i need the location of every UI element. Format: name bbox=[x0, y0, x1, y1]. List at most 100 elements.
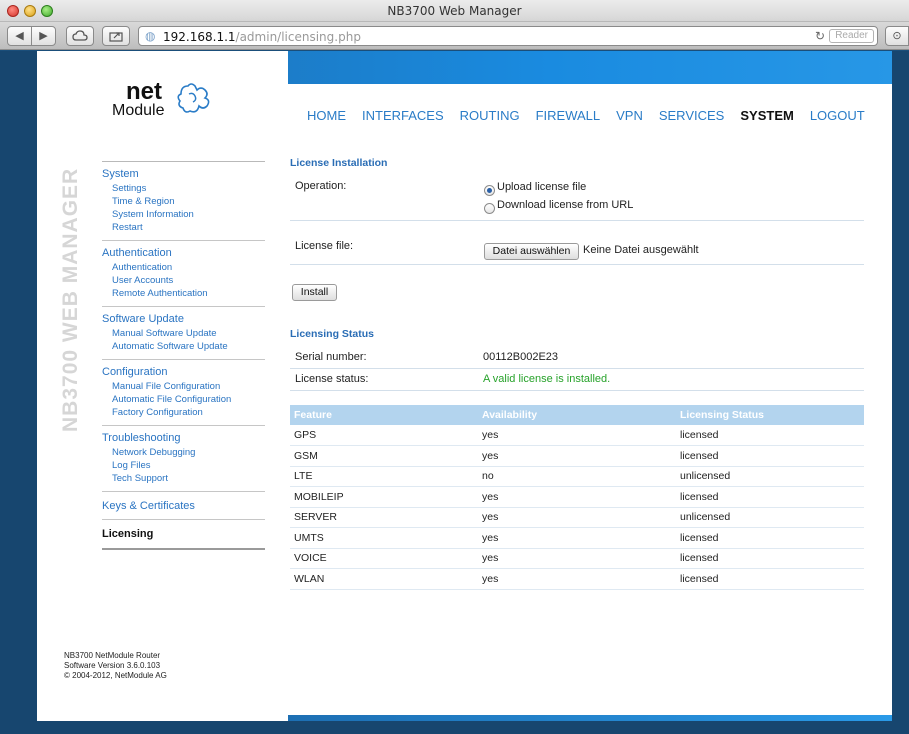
sidebar-item-factory-configuration[interactable]: Factory Configuration bbox=[102, 406, 265, 419]
sidebar-item-restart[interactable]: Restart bbox=[102, 221, 265, 234]
menu-vpn[interactable]: VPN bbox=[616, 108, 643, 123]
vertical-product-title: NB3700 WEB MANAGER bbox=[56, 164, 82, 434]
sidebar-item-keys-certificates[interactable]: Keys & Certificates bbox=[102, 492, 265, 520]
sidebar-item-authentication[interactable]: Authentication bbox=[102, 261, 265, 274]
sidebar-item-authentication-group[interactable]: Authentication bbox=[102, 247, 265, 259]
share-button[interactable] bbox=[102, 26, 130, 46]
main-menu: HOME INTERFACES ROUTING FIREWALL VPN SER… bbox=[307, 108, 865, 123]
sidebar-item-automatic-file-configuration[interactable]: Automatic File Configuration bbox=[102, 393, 265, 406]
sidebar-item-user-accounts[interactable]: User Accounts bbox=[102, 274, 265, 287]
sidebar-item-system-information[interactable]: System Information bbox=[102, 208, 265, 221]
sidebar-nav: System Settings Time & Region System Inf… bbox=[102, 161, 265, 550]
sidebar-item-troubleshooting[interactable]: Troubleshooting bbox=[102, 432, 265, 444]
menu-routing[interactable]: ROUTING bbox=[460, 108, 520, 123]
divider bbox=[290, 368, 864, 369]
menu-services[interactable]: SERVICES bbox=[659, 108, 725, 123]
table-row: VOICE yes licensed bbox=[290, 548, 864, 569]
download-license-radio[interactable] bbox=[484, 203, 495, 214]
column-header-availability: Availability bbox=[478, 405, 676, 425]
sidebar-item-time-region[interactable]: Time & Region bbox=[102, 195, 265, 208]
vertical-title-text: NB3700 WEB MANAGER bbox=[59, 168, 82, 432]
netmodule-logo[interactable]: net Module bbox=[90, 78, 220, 123]
feature-cell: MOBILEIP bbox=[290, 486, 478, 508]
downloads-button[interactable]: ⊙ bbox=[885, 26, 909, 46]
window-title: NB3700 Web Manager bbox=[387, 4, 522, 18]
file-status-text: Keine Datei ausgewählt bbox=[583, 244, 699, 256]
browser-toolbar: ◀ ▶ ◍ 192.168.1.1/admin/licensing.php ↻ … bbox=[0, 22, 909, 50]
table-row: MOBILEIP yes licensed bbox=[290, 486, 864, 508]
licensing-status-cell: licensed bbox=[676, 445, 864, 467]
column-header-feature: Feature bbox=[290, 405, 478, 425]
sidebar-item-software-update[interactable]: Software Update bbox=[102, 313, 265, 325]
sidebar-item-manual-file-configuration[interactable]: Manual File Configuration bbox=[102, 380, 265, 393]
availability-cell: yes bbox=[478, 548, 676, 569]
download-license-label[interactable]: Download license from URL bbox=[497, 199, 633, 211]
license-file-label: License file: bbox=[295, 240, 354, 252]
licensing-status-cell: unlicensed bbox=[676, 507, 864, 528]
availability-cell: yes bbox=[478, 486, 676, 508]
window-titlebar: NB3700 Web Manager bbox=[0, 0, 909, 22]
feature-cell: GPS bbox=[290, 425, 478, 446]
upload-license-label[interactable]: Upload license file bbox=[497, 181, 586, 193]
sidebar-item-network-debugging[interactable]: Network Debugging bbox=[102, 446, 265, 459]
availability-cell: no bbox=[478, 466, 676, 487]
table-row: GSM yes licensed bbox=[290, 445, 864, 467]
sidebar-item-remote-authentication[interactable]: Remote Authentication bbox=[102, 287, 265, 300]
download-icon: ⊙ bbox=[892, 30, 902, 42]
sidebar-item-tech-support[interactable]: Tech Support bbox=[102, 472, 265, 485]
address-bar[interactable]: ◍ 192.168.1.1/admin/licensing.php ↻ Read… bbox=[138, 26, 878, 46]
licensing-status-cell: licensed bbox=[676, 548, 864, 569]
serial-number-value: 00112B002E23 bbox=[483, 351, 559, 363]
upload-license-radio[interactable] bbox=[484, 185, 495, 196]
sidebar-item-settings[interactable]: Settings bbox=[102, 182, 265, 195]
operation-label: Operation: bbox=[295, 180, 347, 192]
sidebar-group-software-update: Software Update Manual Software Update A… bbox=[102, 307, 265, 360]
licensing-status-cell: licensed bbox=[676, 486, 864, 508]
back-button[interactable]: ◀ bbox=[7, 26, 32, 46]
sidebar-item-manual-software-update[interactable]: Manual Software Update bbox=[102, 327, 265, 340]
sidebar-group-system: System Settings Time & Region System Inf… bbox=[102, 162, 265, 241]
reload-icon[interactable]: ↻ bbox=[815, 29, 825, 43]
sidebar-item-system[interactable]: System bbox=[102, 168, 265, 180]
sidebar-footer: NB3700 NetModule Router Software Version… bbox=[64, 651, 167, 681]
share-icon bbox=[109, 32, 123, 42]
footer-copyright: © 2004-2012, NetModule AG bbox=[64, 671, 167, 680]
availability-cell: yes bbox=[478, 445, 676, 467]
availability-cell: yes bbox=[478, 568, 676, 590]
table-row: LTE no unlicensed bbox=[290, 466, 864, 487]
url-path: /admin/licensing.php bbox=[235, 30, 361, 44]
divider bbox=[290, 390, 864, 391]
menu-home[interactable]: HOME bbox=[307, 108, 346, 123]
sidebar-item-automatic-software-update[interactable]: Automatic Software Update bbox=[102, 340, 265, 353]
install-button[interactable]: Install bbox=[292, 284, 337, 301]
sidebar-item-licensing[interactable]: Licensing bbox=[102, 520, 265, 550]
licensing-status-cell: licensed bbox=[676, 568, 864, 590]
forward-button[interactable]: ▶ bbox=[31, 26, 56, 46]
feature-cell: WLAN bbox=[290, 568, 478, 590]
feature-cell: UMTS bbox=[290, 527, 478, 549]
feature-cell: SERVER bbox=[290, 507, 478, 528]
menu-interfaces[interactable]: INTERFACES bbox=[362, 108, 444, 123]
sidebar-group-configuration: Configuration Manual File Configuration … bbox=[102, 360, 265, 426]
sidebar-item-configuration[interactable]: Configuration bbox=[102, 366, 265, 378]
sidebar-item-log-files[interactable]: Log Files bbox=[102, 459, 265, 472]
table-row: UMTS yes licensed bbox=[290, 527, 864, 549]
menu-logout[interactable]: LOGOUT bbox=[810, 108, 865, 123]
license-status-value: A valid license is installed. bbox=[483, 373, 611, 385]
table-row: GPS yes licensed bbox=[290, 425, 864, 446]
footer-band bbox=[288, 715, 892, 721]
icloud-tabs-button[interactable] bbox=[66, 26, 94, 46]
choose-file-button[interactable]: Datei auswählen bbox=[484, 243, 579, 260]
menu-firewall[interactable]: FIREWALL bbox=[536, 108, 601, 123]
table-row: WLAN yes licensed bbox=[290, 568, 864, 590]
divider bbox=[290, 220, 864, 221]
divider bbox=[290, 264, 864, 265]
cloud-icon bbox=[72, 30, 88, 41]
feature-cell: LTE bbox=[290, 466, 478, 487]
globe-icon: ◍ bbox=[145, 29, 156, 43]
features-table: Feature Availability Licensing Status GP… bbox=[290, 405, 864, 590]
licensing-status-cell: licensed bbox=[676, 425, 864, 446]
menu-system[interactable]: SYSTEM bbox=[740, 108, 793, 123]
availability-cell: yes bbox=[478, 507, 676, 528]
reader-button[interactable]: Reader bbox=[829, 29, 874, 43]
